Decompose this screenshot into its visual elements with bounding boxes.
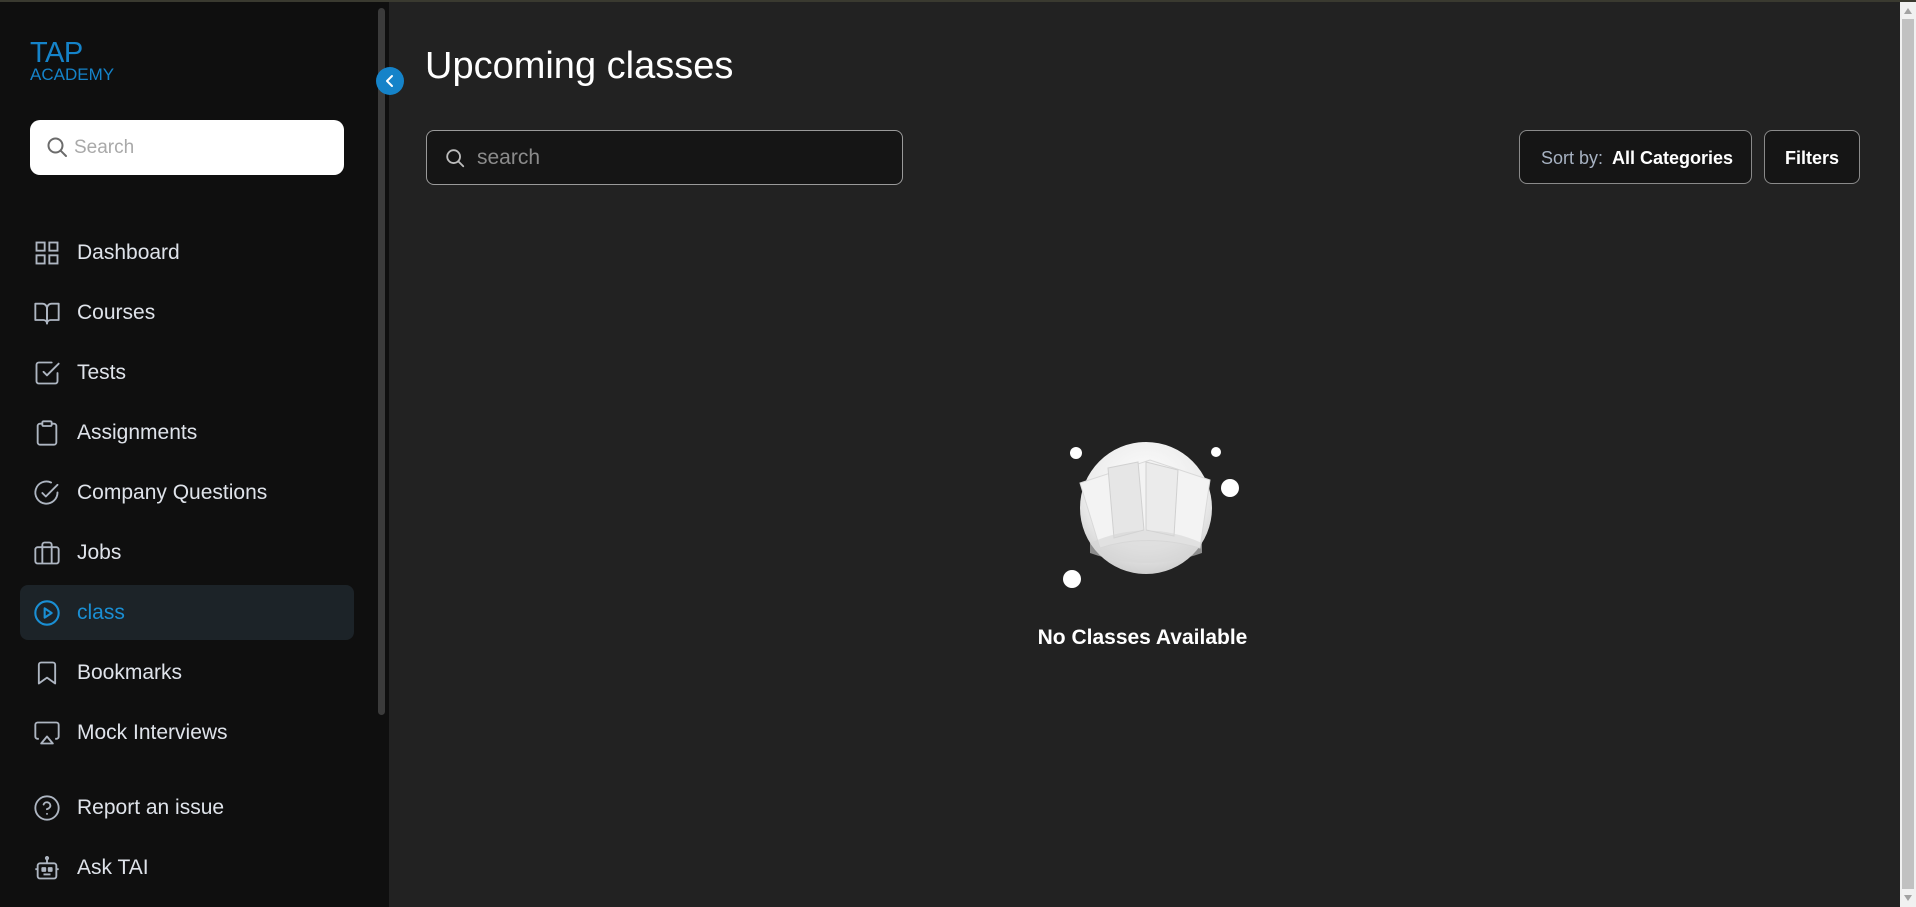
tap-academy-logo[interactable]: TAP ACADEMY <box>30 38 140 86</box>
sidebar-item-label: Tests <box>77 361 127 384</box>
sidebar-item-label: Mock Interviews <box>77 721 228 744</box>
clipboard-icon <box>33 419 61 447</box>
sidebar-item-dashboard[interactable]: Dashboard <box>20 225 354 280</box>
scroll-up-arrow-icon[interactable] <box>1904 8 1912 14</box>
class-search-input[interactable] <box>477 131 887 184</box>
sidebar-item-label: class <box>77 601 125 624</box>
sort-by-value: All Categories <box>1612 148 1734 168</box>
sidebar-item-label: Courses <box>77 301 156 324</box>
bookmark-icon <box>33 659 61 687</box>
sidebar-item-class[interactable]: class <box>20 585 354 640</box>
sort-by-label: Sort by: <box>1541 148 1604 168</box>
page-scrollbar[interactable] <box>1900 2 1916 907</box>
sidebar-item-label: Bookmarks <box>77 661 183 684</box>
scrollbar-thumb[interactable] <box>1902 19 1914 889</box>
logo-text-bottom: ACADEMY <box>30 65 115 84</box>
sidebar-item-report-issue[interactable]: Report an issue <box>20 780 354 835</box>
help-circle-icon <box>33 794 61 822</box>
check-circle-icon <box>33 479 61 507</box>
sidebar-item-company-questions[interactable]: Company Questions <box>20 465 354 520</box>
sidebar-item-label: Jobs <box>77 541 122 564</box>
grid-icon <box>33 239 61 267</box>
sidebar-item-bookmarks[interactable]: Bookmarks <box>20 645 354 700</box>
empty-state-message: No Classes Available <box>1037 626 1248 649</box>
logo-text-top: TAP <box>30 37 83 69</box>
book-open-icon <box>33 299 61 327</box>
sidebar-item-label: Assignments <box>77 421 198 444</box>
collapse-sidebar-button[interactable] <box>376 67 404 95</box>
sidebar-item-courses[interactable]: Courses <box>20 285 354 340</box>
scroll-down-arrow-icon[interactable] <box>1904 895 1912 901</box>
class-search-box[interactable] <box>426 130 903 185</box>
check-square-icon <box>33 359 61 387</box>
airplay-icon <box>33 719 61 747</box>
sidebar-item-label: Company Questions <box>77 481 268 504</box>
sort-by-dropdown[interactable]: Sort by: All Categories <box>1519 130 1752 184</box>
sidebar-item-jobs[interactable]: Jobs <box>20 525 354 580</box>
robot-icon <box>33 854 61 882</box>
search-icon <box>45 135 69 159</box>
sidebar-scrollbar[interactable] <box>378 8 385 715</box>
sidebar-item-label: Dashboard <box>77 241 180 264</box>
search-icon <box>444 147 466 174</box>
chevron-left-icon <box>386 75 393 87</box>
filters-button-label: Filters <box>1784 148 1840 168</box>
sidebar-item-assignments[interactable]: Assignments <box>20 405 354 460</box>
sidebar-item-ask-tai[interactable]: Ask TAI <box>20 840 354 895</box>
sidebar-search-input[interactable] <box>74 120 334 175</box>
page-title: Upcoming classes <box>425 45 734 87</box>
briefcase-icon <box>33 539 61 567</box>
sidebar-item-tests[interactable]: Tests <box>20 345 354 400</box>
sidebar-item-mock-interviews[interactable]: Mock Interviews <box>20 705 354 760</box>
sidebar-search-box[interactable] <box>30 120 344 175</box>
sidebar-item-label: Report an issue <box>77 796 225 819</box>
filters-button[interactable]: Filters <box>1764 130 1860 184</box>
sidebar: TAP ACADEMY Dashboard Courses Tests Assi… <box>0 2 389 907</box>
play-circle-icon <box>33 599 61 627</box>
empty-state-illustration <box>1060 438 1250 598</box>
sidebar-item-label: Ask TAI <box>77 856 149 879</box>
